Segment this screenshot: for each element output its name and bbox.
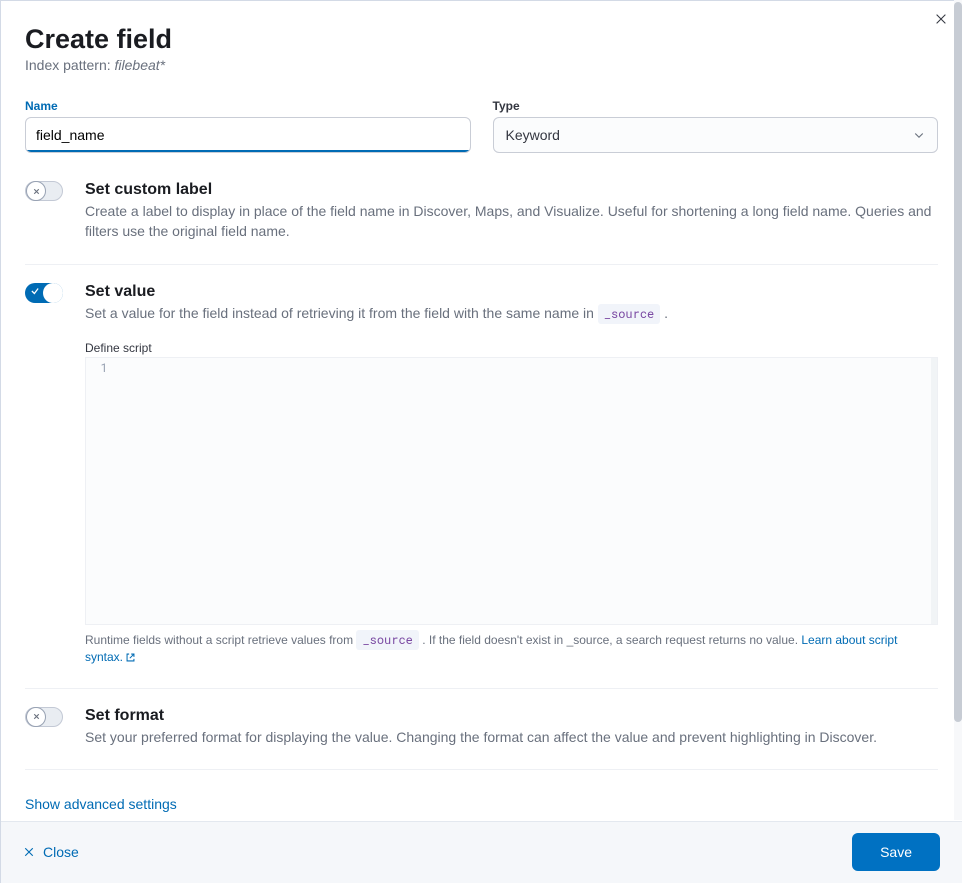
close-button[interactable]: Close <box>23 844 79 860</box>
flyout-header: Create field Index pattern: filebeat* <box>1 1 962 87</box>
custom-label-desc: Create a label to display in place of th… <box>85 202 938 241</box>
custom-label-toggle[interactable] <box>25 181 63 201</box>
close-icon[interactable] <box>934 12 948 26</box>
editor-scrollbar[interactable] <box>931 358 937 624</box>
page-title: Create field <box>25 23 938 55</box>
editor-line-number: 1 <box>86 358 122 376</box>
type-select-value: Keyword <box>506 127 560 143</box>
set-value-title: Set value <box>85 283 938 301</box>
save-button[interactable]: Save <box>852 833 940 871</box>
flyout-scrollbar[interactable] <box>954 0 962 820</box>
chevron-down-icon <box>913 129 925 141</box>
footer: Close Save <box>1 821 962 883</box>
check-icon <box>30 286 40 296</box>
set-value-toggle[interactable] <box>25 283 63 303</box>
name-input[interactable] <box>25 117 471 153</box>
set-format-toggle[interactable] <box>25 707 63 727</box>
set-format-title: Set format <box>85 707 938 725</box>
type-label: Type <box>493 99 939 113</box>
script-editor[interactable]: 1 <box>85 357 938 625</box>
set-format-desc: Set your preferred format for displaying… <box>85 728 938 748</box>
advanced-settings-link[interactable]: Show advanced settings <box>25 770 938 820</box>
external-link-icon <box>125 652 136 663</box>
custom-label-title: Set custom label <box>85 181 938 199</box>
set-value-desc: Set a value for the field instead of ret… <box>85 304 938 324</box>
type-select[interactable]: Keyword <box>493 117 939 153</box>
close-button-label: Close <box>43 844 79 860</box>
name-label: Name <box>25 99 471 113</box>
script-help-text: Runtime fields without a script retrieve… <box>85 632 938 666</box>
index-pattern-subtitle: Index pattern: filebeat* <box>25 57 938 73</box>
define-script-label: Define script <box>85 341 938 355</box>
